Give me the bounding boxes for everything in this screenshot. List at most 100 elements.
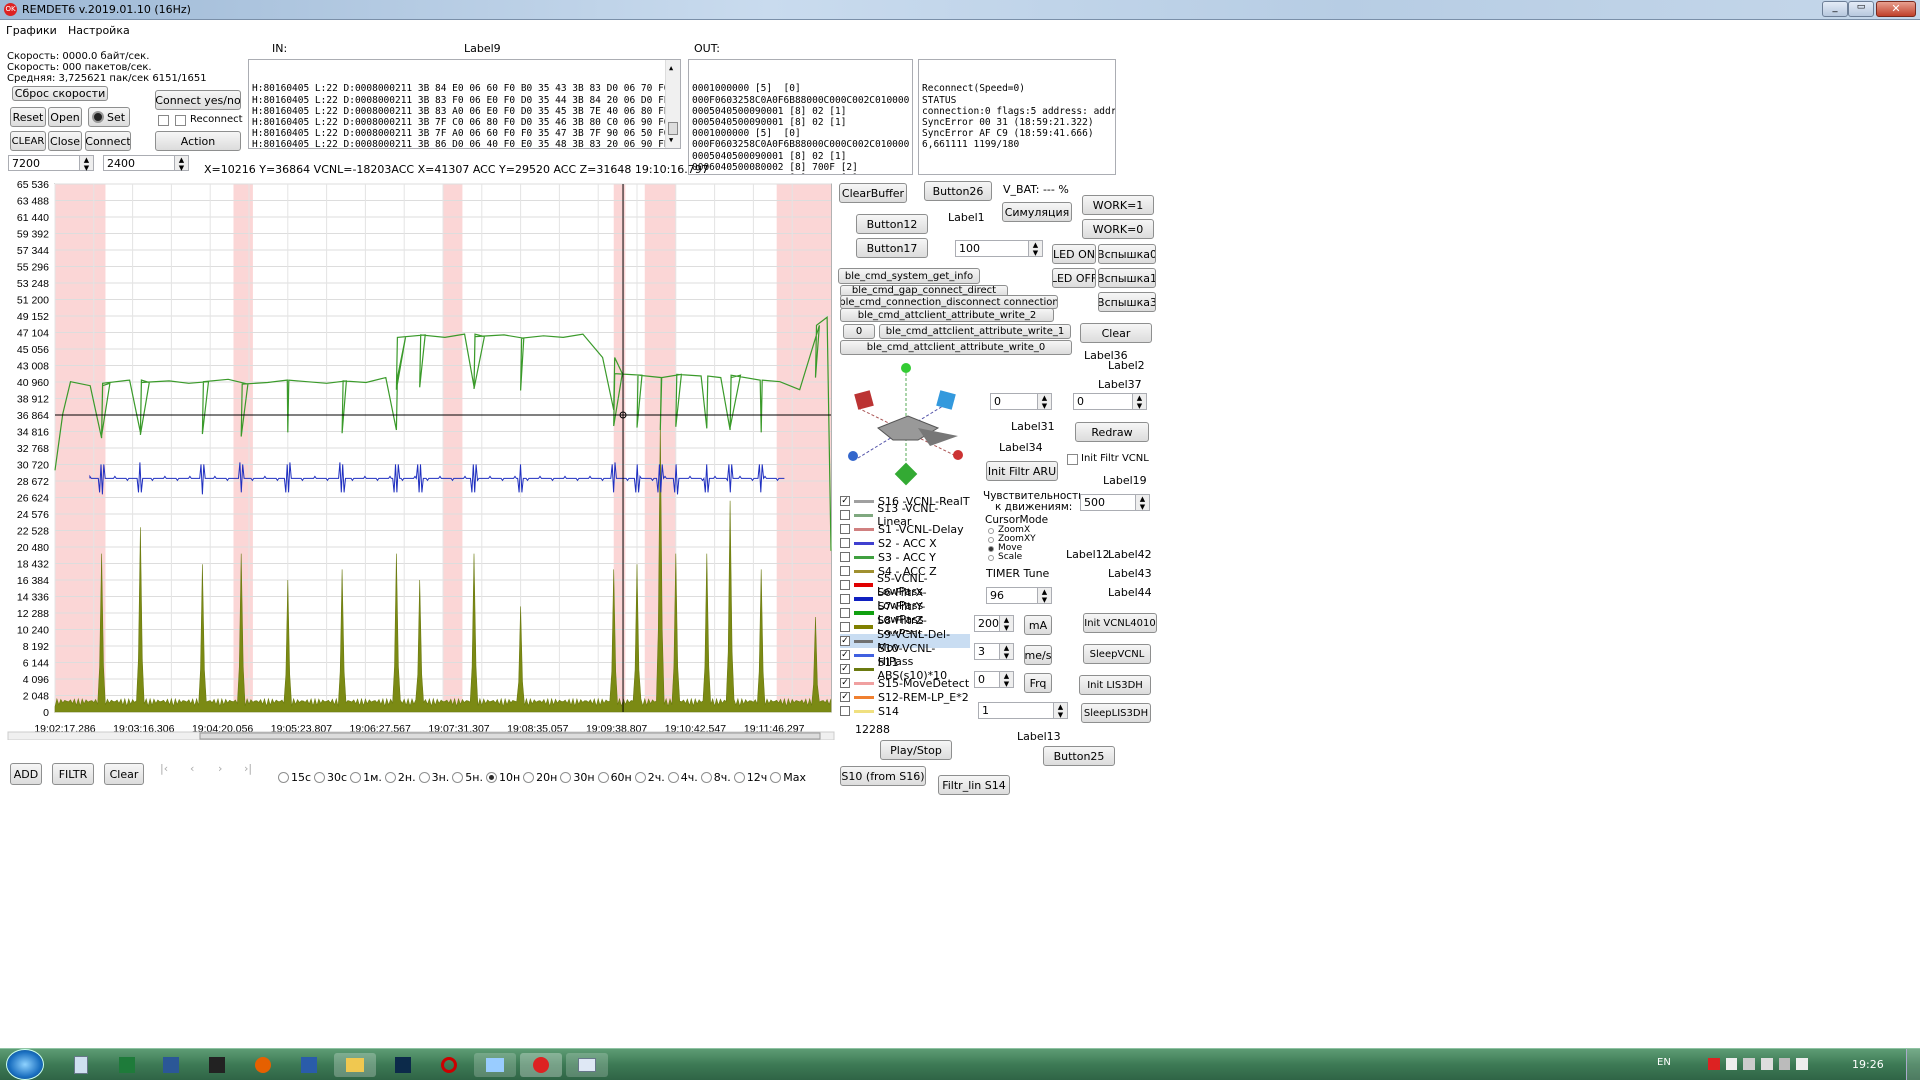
time-scale-option[interactable]: 60н — [597, 771, 632, 784]
s10-from-s16-button[interactable]: S10 (from S16) — [840, 766, 926, 786]
close-window-button[interactable]: ✕ — [1876, 1, 1916, 17]
menu-settings[interactable]: Настройка — [68, 24, 130, 37]
series-checkbox[interactable]: ✓ — [840, 678, 850, 688]
spin-0b-arrows[interactable]: ▲ ▼ — [1132, 394, 1146, 410]
task-explorer-icon[interactable] — [60, 1053, 102, 1077]
task-monitor-icon[interactable] — [474, 1053, 516, 1077]
nav-last-icon[interactable]: ›| — [244, 762, 252, 775]
init-lis-button[interactable]: Init LIS3DH — [1079, 675, 1151, 695]
time-scale-option[interactable]: 30c — [314, 771, 347, 784]
spin-100-arrows[interactable]: ▲ ▼ — [1028, 241, 1042, 257]
init-filtr-vcnl-checkbox[interactable] — [1067, 454, 1078, 465]
flash0-button[interactable]: Вспышка0 — [1098, 244, 1156, 264]
sleep-vcnl-button[interactable]: SleepVCNL — [1083, 644, 1151, 664]
nav-prev-icon[interactable]: ‹ — [190, 762, 194, 775]
time-scale-option[interactable]: 30н — [560, 771, 595, 784]
button17[interactable]: Button17 — [856, 238, 928, 258]
series-checkbox[interactable] — [840, 566, 850, 576]
time-scale-option[interactable]: 1м. — [350, 771, 382, 784]
menu-graphs[interactable]: Графики — [6, 24, 57, 37]
init-filtr-aru-button[interactable]: Init Filtr ARU — [986, 461, 1058, 481]
led-off-button[interactable]: LED OFF — [1052, 268, 1096, 288]
task-remdet-icon[interactable] — [520, 1053, 562, 1077]
spin-b[interactable]: 2400 ▲ ▼ — [103, 155, 189, 172]
series-checkbox[interactable]: ✓ — [840, 636, 850, 646]
spin-0a[interactable]: 0 ▲ ▼ — [990, 393, 1052, 410]
ma-button[interactable]: mA — [1024, 615, 1052, 635]
in-log[interactable]: H:80160405 L:22 D:0008000211 3B 84 E0 06… — [248, 59, 681, 149]
reset-speed-button[interactable]: Сброс скорости — [12, 86, 108, 101]
flash3-button[interactable]: Вспышка3 — [1098, 292, 1156, 312]
spin-1[interactable]: 1 ▲ ▼ — [978, 702, 1068, 719]
work0-button[interactable]: WORK=0 — [1082, 219, 1154, 239]
task-app-icon[interactable] — [288, 1053, 330, 1077]
show-desktop-button[interactable] — [1906, 1049, 1920, 1080]
sleep-lis-button[interactable]: SleepLIS3DH — [1081, 703, 1151, 723]
out-log[interactable]: 0001000000 [5] [0] 000F0603258C0A0F6B8800… — [688, 59, 913, 175]
task-opera-icon[interactable] — [428, 1053, 470, 1077]
ma-arrows[interactable]: ▲ ▼ — [999, 616, 1013, 632]
connect-yes-no-button[interactable]: Connect yes/no — [155, 90, 241, 110]
task-photoshop-icon[interactable] — [382, 1053, 424, 1077]
minimize-button[interactable]: _ — [1822, 1, 1848, 17]
ble-disconnect-button[interactable]: ble_cmd_connection_disconnect connection — [840, 295, 1058, 309]
sensitivity-spin[interactable]: 500 ▲ ▼ — [1080, 494, 1150, 511]
series-item[interactable]: S2 - ACC X — [840, 536, 970, 550]
chart-scrollbar-thumb[interactable] — [199, 732, 821, 740]
ble-system-info-button[interactable]: ble_cmd_system_get_info — [838, 268, 980, 284]
clear-buffer-button[interactable]: ClearBuffer — [839, 183, 907, 203]
open-button[interactable]: Open — [48, 107, 82, 127]
button12[interactable]: Button12 — [856, 214, 928, 234]
series-checkbox[interactable] — [840, 552, 850, 562]
close-button[interactable]: Close — [48, 131, 82, 151]
frq-button[interactable]: Frq — [1024, 673, 1052, 693]
series-checkbox[interactable] — [840, 608, 850, 618]
series-item[interactable]: ✓ S11 ABS(s10)*10 — [840, 656, 970, 682]
frq-spin[interactable]: 0 ▲ ▼ — [974, 671, 1014, 688]
time-scale-option[interactable]: 15c — [278, 771, 311, 784]
series-checkbox[interactable]: ✓ — [840, 496, 850, 506]
start-button[interactable] — [6, 1049, 44, 1080]
spin-a[interactable]: 7200 ▲ ▼ — [8, 155, 94, 172]
timer-spin[interactable]: 96 ▲ ▼ — [986, 587, 1052, 604]
frq-arrows[interactable]: ▲ ▼ — [999, 672, 1013, 688]
reconnect-checkbox-outer[interactable] — [158, 115, 169, 126]
ms-spin[interactable]: 3 ▲ ▼ — [974, 643, 1014, 660]
clear-button[interactable]: CLEAR — [10, 131, 46, 151]
task-excel-icon[interactable] — [106, 1053, 148, 1077]
time-scale-option[interactable]: 20н — [523, 771, 557, 784]
ble-write2-button[interactable]: ble_cmd_attclient_attribute_write_2 — [840, 308, 1054, 322]
series-item[interactable]: S14 — [840, 704, 970, 718]
reconnect-checkbox[interactable] — [175, 115, 186, 126]
led-on-button[interactable]: LED ON — [1052, 244, 1096, 264]
time-scale-option[interactable]: 8ч. — [700, 771, 731, 784]
spin-100[interactable]: 100 ▲ ▼ — [955, 240, 1043, 257]
series-checkbox[interactable] — [840, 580, 850, 590]
series-checkbox[interactable] — [840, 538, 850, 548]
ble-write1-index[interactable]: 0 — [843, 324, 875, 339]
filtr-button[interactable]: FILTR — [52, 763, 94, 785]
task-media-icon[interactable] — [196, 1053, 238, 1077]
series-checkbox[interactable] — [840, 622, 850, 632]
series-checkbox[interactable] — [840, 706, 850, 716]
series-checkbox[interactable] — [840, 594, 850, 604]
series-item[interactable]: ✓ S12-REM-LP_E*2 — [840, 690, 970, 704]
series-checkbox[interactable]: ✓ — [840, 650, 850, 660]
series-item[interactable]: S3 - ACC Y — [840, 550, 970, 564]
action-button[interactable]: Action — [155, 131, 241, 151]
time-scale-option[interactable]: 2н. — [384, 771, 416, 784]
spin-b-arrows[interactable]: ▲ ▼ — [174, 156, 188, 172]
series-item[interactable]: S13 -VCNL-Linear — [840, 502, 970, 528]
connect-button[interactable]: Connect — [85, 131, 131, 151]
button26[interactable]: Button26 — [924, 181, 992, 201]
ma-spin[interactable]: 200 ▲ ▼ — [974, 615, 1014, 632]
spin-a-arrows[interactable]: ▲ ▼ — [79, 156, 93, 172]
cursor-mode-option[interactable]: Scale — [988, 553, 1036, 562]
reset-button[interactable]: Reset — [10, 107, 46, 127]
nav-first-icon[interactable]: |‹ — [160, 762, 168, 775]
ms-arrows[interactable]: ▲ ▼ — [999, 644, 1013, 660]
series-checkbox[interactable]: ✓ — [840, 664, 850, 674]
spin-0b[interactable]: 0 ▲ ▼ — [1073, 393, 1147, 410]
ble-write1-button[interactable]: ble_cmd_attclient_attribute_write_1 — [879, 324, 1071, 339]
filtr-lin-button[interactable]: Filtr_lin S14 — [938, 775, 1010, 795]
